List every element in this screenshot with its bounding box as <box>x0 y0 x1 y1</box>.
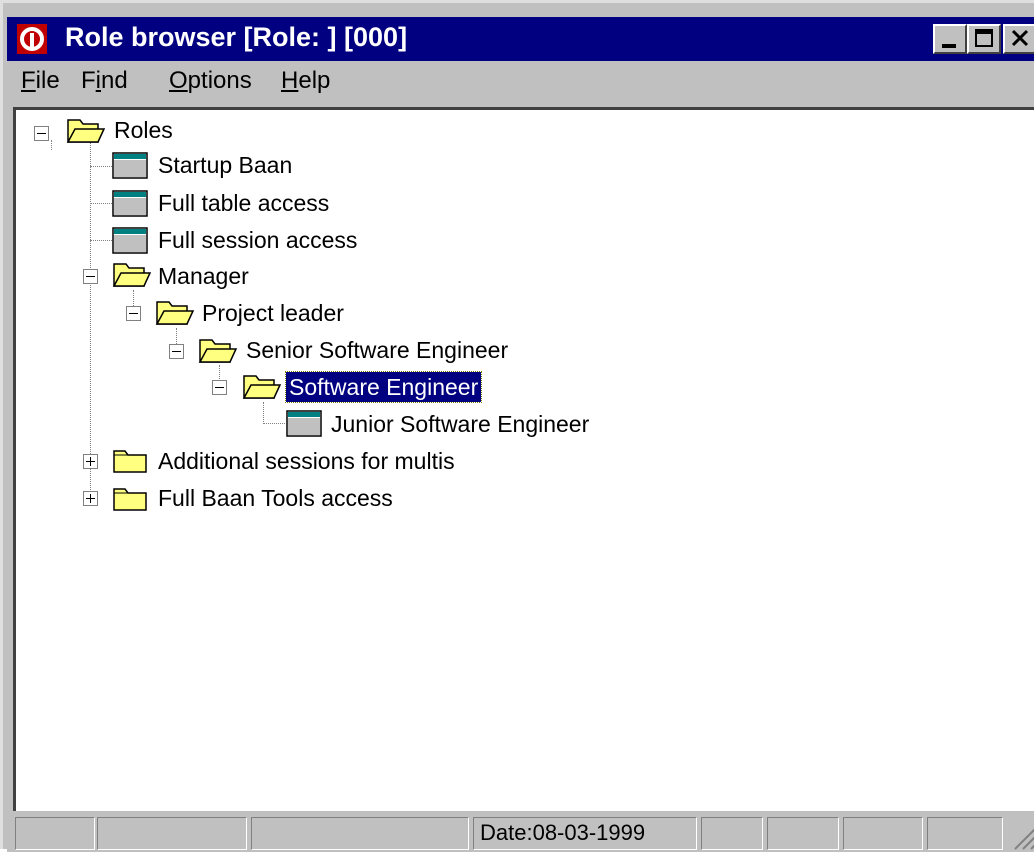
menu-options-mnemonic: O <box>169 67 188 94</box>
expand-additional-sessions-toggle[interactable] <box>83 454 98 469</box>
open-folder-icon <box>112 263 152 287</box>
title-bar[interactable]: Role browser [Role: ] [000] <box>7 17 1034 61</box>
menu-help[interactable]: Help <box>281 67 330 95</box>
maximize-button[interactable] <box>967 24 1001 54</box>
status-bar: Date:08-03-1999 <box>7 813 1034 852</box>
tree-connector <box>263 423 285 424</box>
minimize-button[interactable] <box>933 24 967 54</box>
menu-options[interactable]: Options <box>169 67 252 95</box>
tree-connector <box>90 142 91 494</box>
tree-node-project-leader[interactable]: Project leader <box>199 298 347 328</box>
menu-file-mnemonic: F <box>21 67 36 94</box>
tree-connector <box>90 240 112 241</box>
status-panel <box>251 817 469 850</box>
menu-find[interactable]: Find <box>81 67 128 95</box>
tree-node-full-baan-tools-access[interactable]: Full Baan Tools access <box>155 483 396 513</box>
role-tree-view[interactable]: Roles Startup Baan Full table access Ful… <box>13 107 1034 811</box>
tree-connector <box>90 166 112 167</box>
tree-node-full-table-access[interactable]: Full table access <box>155 188 332 218</box>
role-window-icon <box>112 190 148 217</box>
status-panel <box>15 817 95 850</box>
minimize-icon <box>942 44 956 48</box>
status-panel <box>767 817 839 850</box>
tree-node-startup-baan[interactable]: Startup Baan <box>155 150 295 180</box>
tree-node-roles[interactable]: Roles <box>111 115 176 145</box>
menu-help-mnemonic: H <box>281 67 299 94</box>
tree-node-manager[interactable]: Manager <box>155 261 252 291</box>
role-window-icon <box>286 410 322 437</box>
tree-node-full-session-access[interactable]: Full session access <box>155 225 360 255</box>
tree-connector <box>263 402 264 424</box>
close-button[interactable] <box>1003 24 1034 54</box>
status-panel <box>927 817 1003 850</box>
maximize-icon <box>975 29 993 47</box>
menu-file[interactable]: File <box>21 67 60 95</box>
collapse-manager-toggle[interactable] <box>83 269 98 284</box>
window-title: Role browser [Role: ] [000] <box>65 22 408 52</box>
status-panel <box>843 817 923 850</box>
tree-connector <box>51 140 52 150</box>
status-date: Date:08-03-1999 <box>473 817 697 850</box>
tree-node-software-engineer[interactable]: Software Engineer <box>284 371 483 403</box>
collapse-project-leader-toggle[interactable] <box>126 306 141 321</box>
open-folder-icon <box>66 119 106 143</box>
tree-node-senior-software-engineer[interactable]: Senior Software Engineer <box>243 335 511 365</box>
tree-connector <box>90 203 112 204</box>
open-folder-icon <box>242 375 282 399</box>
status-panel <box>97 817 247 850</box>
collapse-roles-toggle[interactable] <box>34 126 49 141</box>
expand-full-baan-tools-toggle[interactable] <box>83 491 98 506</box>
open-folder-icon <box>198 339 238 363</box>
role-window-icon <box>112 152 148 179</box>
open-folder-icon <box>155 301 195 325</box>
collapse-software-engineer-toggle[interactable] <box>212 380 227 395</box>
close-icon <box>1011 29 1029 47</box>
menu-find-mnemonic: i <box>95 67 102 94</box>
role-window-icon <box>112 227 148 254</box>
resize-grip-icon[interactable] <box>1011 821 1034 851</box>
baan-app-icon[interactable] <box>17 24 47 54</box>
closed-folder-icon <box>113 450 147 473</box>
collapse-senior-software-engineer-toggle[interactable] <box>169 344 184 359</box>
closed-folder-icon <box>113 488 147 511</box>
status-panel <box>701 817 763 850</box>
role-browser-window: Role browser [Role: ] [000] File Find Op… <box>0 0 1034 852</box>
tree-node-additional-sessions[interactable]: Additional sessions for multis <box>155 446 458 476</box>
menu-bar: File Find Options Help <box>7 61 1034 105</box>
tree-node-junior-software-engineer[interactable]: Junior Software Engineer <box>328 409 592 439</box>
